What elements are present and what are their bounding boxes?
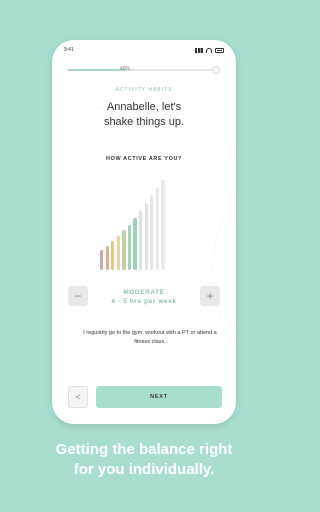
- next-button[interactable]: NEXT: [96, 386, 222, 408]
- greeting: Annabelle, let's shake things up.: [52, 100, 236, 130]
- activity-bar[interactable]: [150, 195, 154, 270]
- progress-bar: 40%: [68, 66, 220, 74]
- activity-description: I regularly go to the gym, workout with …: [83, 330, 217, 345]
- greeting-line-1: Annabelle, let's: [106, 101, 182, 113]
- tagline-line-1: Getting the balance right: [55, 441, 233, 458]
- progress-end-icon: [212, 66, 220, 74]
- battery-icon: [215, 47, 224, 53]
- activity-bar[interactable]: [144, 202, 148, 270]
- wifi-icon: [206, 47, 212, 53]
- activity-bar[interactable]: [100, 250, 104, 270]
- activity-bar[interactable]: [116, 235, 120, 270]
- activity-bar[interactable]: [139, 210, 143, 270]
- progress-label: 40%: [120, 66, 131, 72]
- signal-icon: [195, 47, 203, 53]
- status-time: 9:41: [64, 47, 74, 53]
- increase-button[interactable]: +: [200, 286, 220, 306]
- tagline: Getting the balance right for you indivi…: [0, 440, 288, 480]
- section-label: ACTIVITY HABITS: [115, 87, 173, 93]
- activity-bar[interactable]: [155, 188, 159, 270]
- activity-bar[interactable]: [161, 180, 165, 270]
- activity-level-bars[interactable]: [100, 180, 192, 270]
- tagline-line-2: for you individually.: [73, 461, 215, 478]
- progress-fill: [68, 69, 127, 71]
- greeting-line-2: shake things up.: [103, 116, 185, 128]
- activity-bar[interactable]: [105, 245, 109, 270]
- back-button[interactable]: <: [68, 386, 88, 408]
- status-bar: 9:41: [64, 46, 224, 54]
- activity-bar[interactable]: [111, 241, 115, 270]
- activity-bar[interactable]: [122, 230, 126, 270]
- activity-bar[interactable]: [133, 217, 137, 270]
- activity-bar[interactable]: [127, 225, 132, 270]
- phone-frame: 9:41 40% ACTIVITY HABITS Annabelle, let'…: [52, 40, 236, 424]
- question-label: HOW ACTIVE ARE YOU?: [106, 156, 182, 162]
